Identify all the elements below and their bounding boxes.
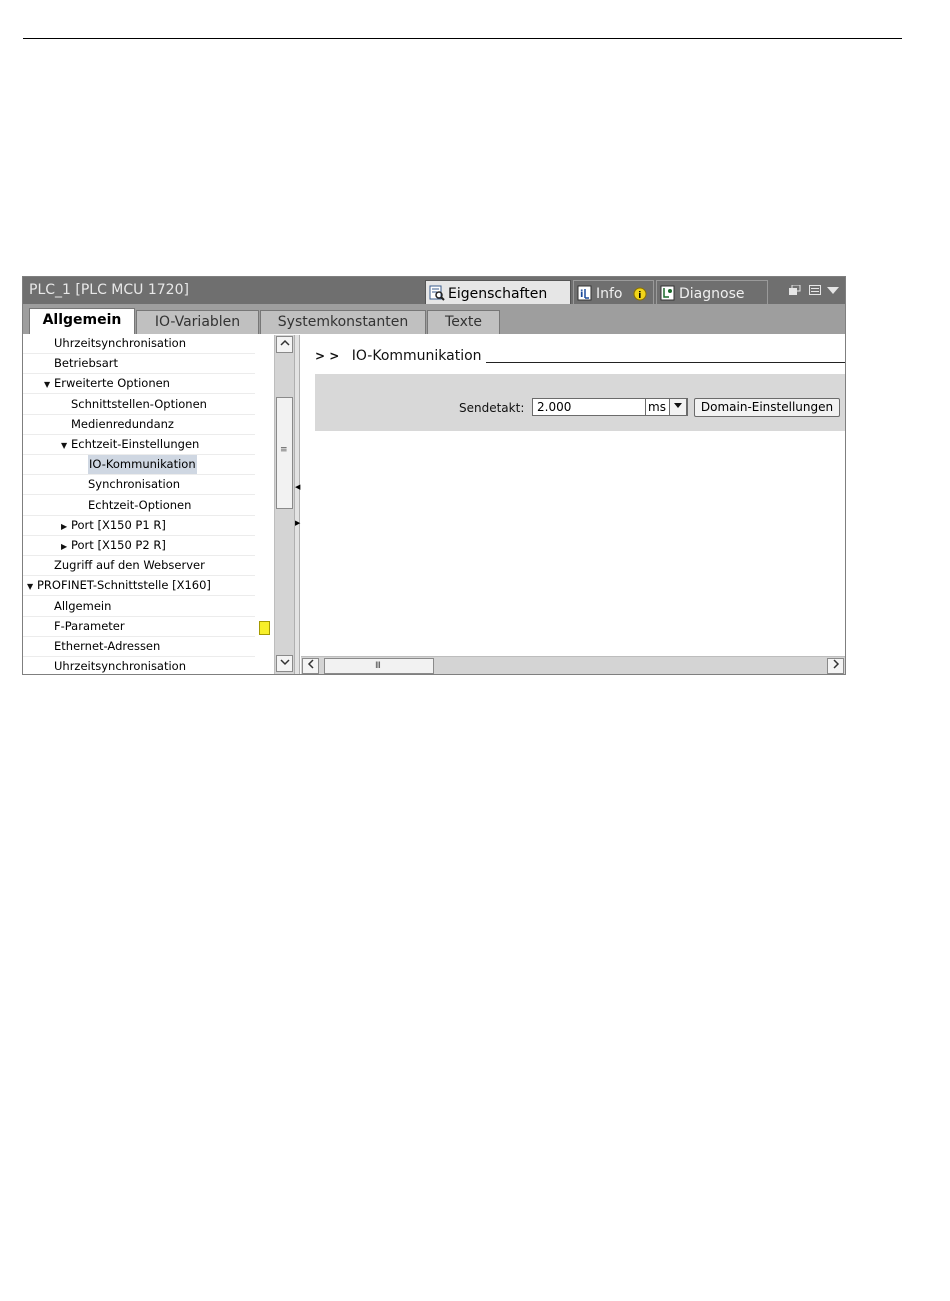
- tree-item-label: Echtzeit-Einstellungen: [71, 437, 200, 451]
- tab-eigenschaften-label: Eigenschaften: [448, 286, 548, 302]
- pane-splitter[interactable]: ◀ ▶: [294, 335, 300, 674]
- tree-item-label: Port [X150 P1 R]: [71, 517, 166, 532]
- tab-diagnose-label: Diagnose: [679, 286, 745, 302]
- properties-icon: [429, 285, 445, 301]
- warning-flag-icon: [259, 621, 270, 635]
- grip-icon: III: [375, 661, 381, 671]
- tree-item-label: Medienredundanz: [71, 416, 174, 431]
- tree-item[interactable]: Echtzeit-Optionen: [23, 496, 255, 516]
- tree-item[interactable]: Uhrzeitsynchronisation: [23, 334, 255, 354]
- tree-item-label: Allgemein: [54, 598, 112, 613]
- hscroll-thumb[interactable]: III: [324, 658, 434, 674]
- tree-item[interactable]: Uhrzeitsynchronisation: [23, 657, 255, 674]
- info-icon: i: [577, 285, 592, 301]
- tab-diagnose[interactable]: Diagnose: [656, 280, 768, 304]
- tree-item[interactable]: F-Parameter: [23, 617, 255, 637]
- collapsed-triangle-icon[interactable]: ▶: [61, 537, 71, 556]
- grip-icon: ≡: [280, 445, 288, 455]
- scroll-down-button[interactable]: [276, 655, 293, 672]
- section-chevron-icon: > >: [315, 349, 340, 363]
- chevron-down-icon: [674, 403, 682, 408]
- tree-item-label: IO-Kommunikation: [88, 455, 197, 475]
- scroll-right-button[interactable]: [827, 658, 844, 674]
- tree-vertical-scrollbar[interactable]: ≡: [274, 335, 294, 674]
- tree-item-label: Erweiterte Optionen: [54, 376, 170, 391]
- expand-right-icon[interactable]: ▶: [295, 519, 300, 527]
- expanded-triangle-icon[interactable]: ▼: [44, 375, 54, 394]
- domain-settings-button[interactable]: Domain-Einstellungen: [694, 398, 840, 417]
- content-area: > > IO-Kommunikation Sendetakt: 2.000 ms…: [301, 334, 845, 656]
- tree-item[interactable]: Zugriff auf den Webserver: [23, 556, 255, 577]
- tree-item[interactable]: Schnittstellen-Optionen: [23, 395, 255, 415]
- subtab-allgemein[interactable]: Allgemein: [29, 308, 135, 334]
- inspector-panel: PLC_1 [PLC MCU 1720] Eigenschaften i Inf…: [22, 276, 846, 675]
- collapsed-triangle-icon[interactable]: ▶: [61, 517, 71, 536]
- tab-info[interactable]: i Info i: [573, 280, 654, 304]
- tree-item[interactable]: Medienredundanz: [23, 415, 255, 435]
- tree-item[interactable]: ▶ Port [X150 P1 R]: [23, 516, 255, 536]
- navigation-tree: Uhrzeitsynchronisation Betriebsart ▼ Erweit…: [23, 334, 255, 674]
- diagnose-icon: [660, 285, 675, 301]
- scroll-up-button[interactable]: [276, 336, 293, 353]
- tree-item[interactable]: IO-Kommunikation: [23, 455, 255, 476]
- subtab-systemkonstanten[interactable]: Systemkonstanten: [260, 310, 426, 334]
- tree-item-label: PROFINET-Schnittstelle [X160]: [37, 578, 211, 593]
- tree-item[interactable]: Betriebsart: [23, 354, 255, 375]
- scroll-thumb[interactable]: ≡: [276, 397, 293, 509]
- tree-item[interactable]: ▼ Echtzeit-Einstellungen: [23, 435, 255, 455]
- tree-item[interactable]: Allgemein: [23, 597, 255, 617]
- expanded-triangle-icon[interactable]: ▼: [61, 436, 71, 455]
- settings-box: Sendetakt: 2.000 ms Domain-Einstellungen: [315, 374, 845, 431]
- content-horizontal-scrollbar[interactable]: III: [301, 656, 845, 674]
- dropdown-arrow-icon[interactable]: [827, 285, 839, 295]
- restore-window-icon[interactable]: [789, 284, 801, 295]
- tree-item-label: F-Parameter: [54, 618, 125, 633]
- tree-item-label: Uhrzeitsynchronisation: [54, 659, 187, 674]
- tree-item-label: Ethernet-Adressen: [54, 639, 161, 653]
- tree-item[interactable]: ▼ PROFINET-Schnittstelle [X160]: [23, 576, 255, 597]
- tab-eigenschaften[interactable]: Eigenschaften: [425, 280, 571, 304]
- tree-item[interactable]: Synchronisation: [23, 475, 255, 496]
- subtab-io-variablen[interactable]: IO-Variablen: [136, 310, 259, 334]
- svg-text:i: i: [580, 289, 583, 300]
- sendetakt-label: Sendetakt:: [459, 401, 525, 415]
- tree-item-label: Uhrzeitsynchronisation: [54, 336, 187, 350]
- top-rule: [23, 38, 902, 39]
- subtab-bar: Allgemein IO-Variablen Systemkonstanten …: [23, 304, 845, 334]
- tree-item[interactable]: ▼ Erweiterte Optionen: [23, 374, 255, 395]
- tree-item-label: Synchronisation: [88, 477, 181, 492]
- subtab-texte[interactable]: Texte: [427, 310, 500, 334]
- tree-item-label: Port [X150 P2 R]: [71, 538, 166, 552]
- scroll-left-button[interactable]: [302, 658, 319, 674]
- tree-item-label: Betriebsart: [54, 356, 119, 371]
- svg-text:i: i: [638, 291, 641, 301]
- list-icon[interactable]: [809, 285, 821, 295]
- info-badge-icon: i: [633, 287, 647, 301]
- section-divider: [486, 362, 845, 363]
- section-title: IO-Kommunikation: [351, 348, 482, 364]
- unit-dropdown-button[interactable]: [669, 398, 687, 416]
- tree-item[interactable]: Ethernet-Adressen: [23, 637, 255, 657]
- collapse-left-icon[interactable]: ◀: [295, 483, 300, 491]
- expanded-triangle-icon[interactable]: ▼: [27, 577, 37, 596]
- tree-item-label: Echtzeit-Optionen: [88, 497, 192, 512]
- tree-item-label: Zugriff auf den Webserver: [54, 558, 205, 573]
- tab-info-label: Info: [596, 286, 623, 302]
- tree-item-label: Schnittstellen-Optionen: [71, 396, 207, 411]
- section-header[interactable]: > > IO-Kommunikation: [315, 348, 482, 364]
- panel-title: PLC_1 [PLC MCU 1720]: [29, 282, 189, 298]
- tree-item[interactable]: ▶ Port [X150 P2 R]: [23, 536, 255, 556]
- sendetakt-input[interactable]: 2.000: [532, 398, 646, 416]
- panel-titlebar: PLC_1 [PLC MCU 1720] Eigenschaften i Inf…: [23, 277, 845, 304]
